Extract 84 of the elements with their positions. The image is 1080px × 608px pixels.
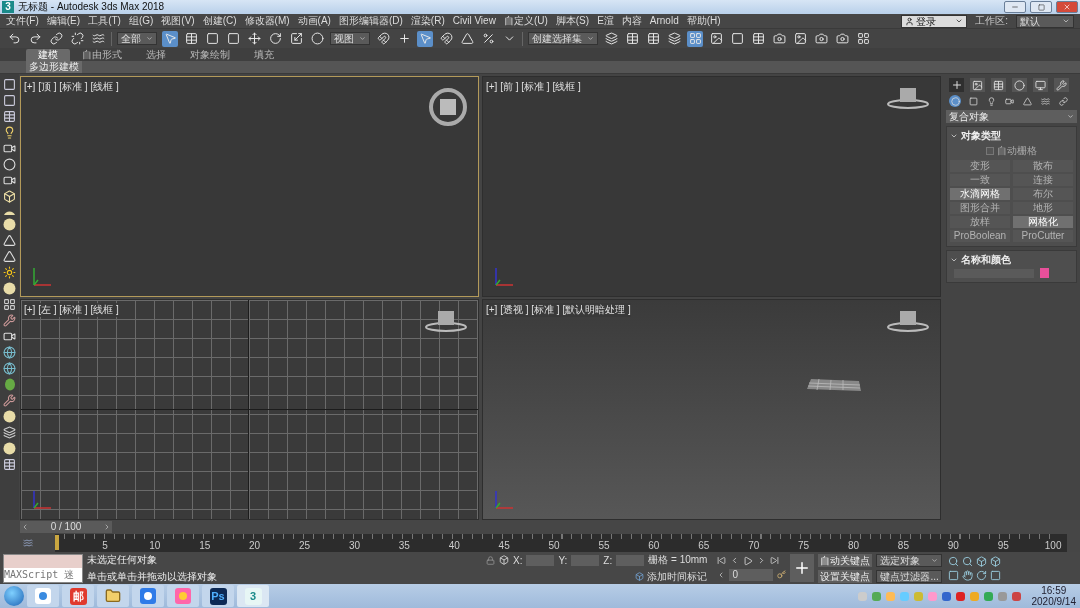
y-label: Y: — [558, 554, 568, 566]
app-logo: 邮 — [69, 587, 87, 605]
viewport-label[interactable]: [+] [左 ] [标准 ] [线框 ] — [24, 303, 119, 317]
grid-size: 栅格 = 10mm — [648, 553, 708, 567]
frame-number: 10 — [149, 540, 161, 552]
frame-number: 65 — [698, 540, 710, 552]
key-filters-button[interactable]: 键点过滤器... — [876, 569, 943, 583]
rollout-title[interactable]: 名称和颜色 — [961, 253, 1011, 266]
menu-item[interactable]: 自定义(U) — [503, 14, 548, 28]
ribbon-panel-tab[interactable]: 多边形建模 — [26, 61, 82, 73]
taskbar-app[interactable]: 3 — [237, 585, 269, 607]
auto-key-button[interactable]: 自动关键点 — [818, 553, 873, 567]
current-frame-field[interactable]: 0 — [729, 568, 774, 581]
menu-item[interactable]: 修改器(M) — [244, 14, 290, 28]
frame-number: 70 — [748, 540, 760, 552]
menu-item[interactable]: E渲 — [597, 14, 614, 28]
object-type-button[interactable]: 水滴网格 — [950, 188, 1010, 200]
account-dropdown[interactable]: 登录 — [901, 14, 968, 28]
menu-item[interactable]: Arnold — [649, 14, 679, 28]
menu-item[interactable]: 图形编辑器(D) — [338, 14, 403, 28]
key-mode-dropdown[interactable]: 选定对象 — [876, 553, 943, 567]
menu-item[interactable]: 内容 — [621, 14, 642, 28]
frame-number: 90 — [947, 540, 959, 552]
frame-number: 80 — [847, 540, 860, 552]
viewport-label[interactable]: [+] [顶 ] [标准 ] [线框 ] — [24, 80, 119, 94]
autogrid-label: 自动栅格 — [997, 144, 1037, 158]
frame-number: 5 — [102, 540, 108, 552]
menu-item[interactable]: 渲染(R) — [410, 14, 445, 28]
frame-number: 15 — [199, 540, 211, 552]
rollout-title[interactable]: 对象类型 — [961, 129, 1001, 142]
app-logo: Ps — [209, 587, 227, 605]
timeline-ruler[interactable]: 5 10 15 20 25 30 35 40 45 50 55 60 65 70 75 80 85 90 95 100 — [55, 534, 1067, 552]
window-title: 无标题 - Autodesk 3ds Max 2018 — [18, 0, 166, 14]
frame-number: 35 — [398, 540, 410, 552]
frame-number: 45 — [498, 540, 510, 552]
menu-item[interactable]: 编辑(E) — [46, 14, 81, 28]
menu-item[interactable]: 组(G) — [128, 14, 154, 28]
app-logo: 3 — [2, 1, 14, 13]
time-slider-track[interactable]: 0 / 100 — [20, 520, 940, 534]
ribbon-tab[interactable]: 对象绘制 — [178, 49, 242, 61]
prompt-message: 单击或单击并拖动以选择对象 — [87, 569, 218, 584]
ribbon-tab[interactable]: 选择 — [134, 49, 178, 61]
set-key-mode-button[interactable]: 设置关键点 — [818, 569, 873, 583]
menu-item[interactable]: 帮助(H) — [686, 14, 721, 28]
workspace-dropdown[interactable]: 默认 — [1016, 14, 1074, 28]
taskbar-app[interactable]: Ps — [202, 585, 234, 607]
x-label: X: — [513, 554, 523, 566]
frame-number: 40 — [448, 540, 460, 552]
app-logo: 3 — [244, 587, 262, 605]
ribbon-tab[interactable]: 自由形式 — [70, 49, 134, 61]
ribbon-tab[interactable]: 填充 — [242, 49, 286, 61]
frame-number: 100 — [1044, 540, 1062, 552]
frame-number: 20 — [249, 540, 261, 552]
ribbon-tab[interactable]: 建模 — [26, 49, 70, 61]
viewport-label[interactable]: [+] [透视 ] [标准 ] [默认明暗处理 ] — [486, 303, 631, 317]
frame-number: 25 — [298, 540, 311, 552]
frame-number: 60 — [648, 540, 660, 552]
add-time-tag-button[interactable]: 添加时间标记 — [635, 570, 708, 583]
frame-number: 30 — [348, 540, 360, 552]
time-slider-thumb[interactable]: 0 / 100 — [30, 521, 102, 533]
taskbar-app[interactable]: 邮 — [62, 585, 94, 607]
menu-item[interactable]: 视图(V) — [161, 14, 195, 28]
frame-number: 55 — [598, 540, 610, 552]
menu-item[interactable]: 动画(A) — [297, 14, 331, 28]
z-label: Z: — [603, 554, 613, 566]
frame-number: 85 — [897, 540, 909, 552]
selection-filter-dropdown[interactable]: 全部 — [117, 32, 157, 45]
menu-item[interactable]: Civil View — [452, 14, 496, 28]
category-dropdown[interactable]: 复合对象 — [946, 110, 1077, 123]
menu-item[interactable]: 创建(C) — [202, 14, 237, 28]
frame-number: 75 — [798, 540, 810, 552]
menu-item[interactable]: 文件(F) — [6, 14, 39, 28]
clock[interactable]: 16:59 2020/9/14 — [1031, 585, 1076, 607]
maxscript-listener[interactable]: MAXScript 迷 — [3, 553, 83, 583]
selection-set-dropdown[interactable]: 创建选择集 — [528, 32, 598, 45]
object-type-button[interactable]: 网格化 — [1013, 216, 1073, 228]
menu-item[interactable]: 工具(T) — [88, 14, 121, 28]
status-message: 未选定任何对象 — [87, 552, 158, 567]
frame-number: 95 — [997, 540, 1009, 552]
menu-item[interactable]: 脚本(S) — [555, 14, 590, 28]
viewport-label[interactable]: [+] [前 ] [标准 ] [线框 ] — [486, 80, 581, 94]
reference-coordinate-dropdown[interactable]: 视图 — [330, 32, 370, 45]
frame-number: 50 — [548, 540, 560, 552]
workspace-label: 工作区: — [975, 14, 1008, 28]
